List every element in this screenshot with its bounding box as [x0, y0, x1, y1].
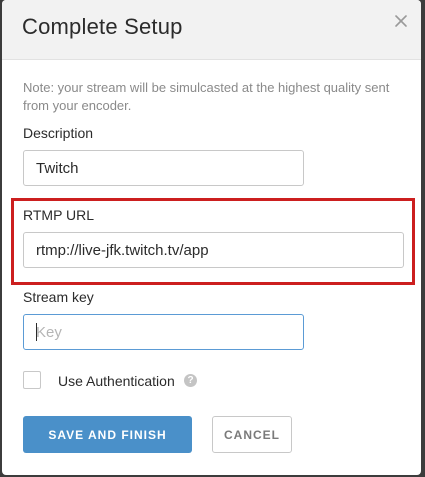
close-icon	[395, 15, 407, 27]
stream-key-label: Stream key	[23, 289, 94, 305]
description-field[interactable]	[23, 150, 304, 186]
dialog-title: Complete Setup	[22, 14, 183, 39]
rtmp-url-highlight	[11, 198, 415, 285]
simulcast-note: Note: your stream will be simulcasted at…	[23, 80, 390, 113]
stream-key-field[interactable]	[23, 314, 304, 350]
text-caret	[36, 323, 37, 341]
use-authentication-label: Use Authentication	[58, 373, 175, 389]
cancel-button[interactable]: CANCEL	[212, 416, 292, 453]
dialog-header: Complete Setup	[2, 0, 421, 60]
description-label: Description	[23, 125, 94, 141]
use-authentication-checkbox[interactable]	[23, 371, 41, 389]
close-button[interactable]	[390, 10, 412, 32]
question-circle-icon[interactable]: ?	[184, 374, 197, 387]
save-and-finish-button[interactable]: SAVE AND FINISH	[23, 416, 192, 453]
